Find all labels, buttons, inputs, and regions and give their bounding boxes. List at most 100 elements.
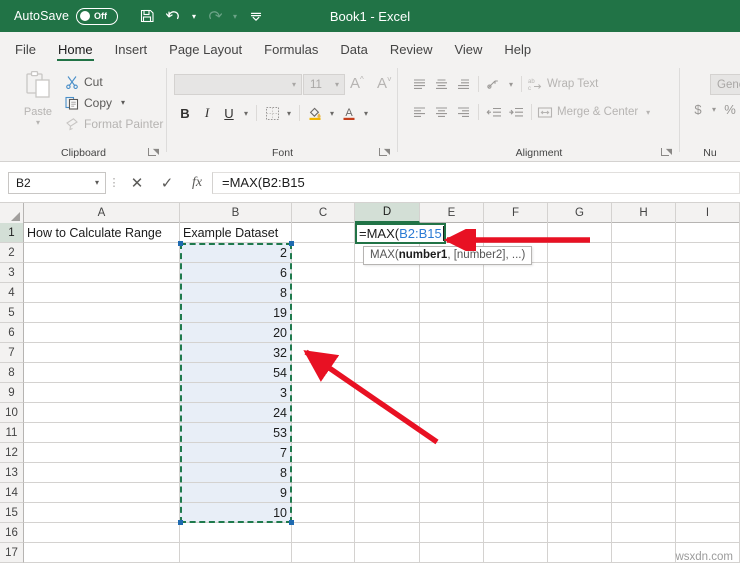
currency-format-button[interactable]: $ <box>688 102 708 117</box>
font-color-caret-icon[interactable]: ▾ <box>360 109 372 118</box>
cell-i13[interactable] <box>676 463 740 483</box>
tab-insert[interactable]: Insert <box>104 43 159 62</box>
cell-d15[interactable] <box>355 503 420 523</box>
cell-d10[interactable] <box>355 403 420 423</box>
cell-h12[interactable] <box>612 443 676 463</box>
row-header-3[interactable]: 3 <box>0 263 24 283</box>
cell-a8[interactable] <box>24 363 180 383</box>
cell-h5[interactable] <box>612 303 676 323</box>
cell-g7[interactable] <box>548 343 612 363</box>
borders-caret-icon[interactable]: ▾ <box>283 109 295 118</box>
decrease-indent-button[interactable] <box>483 101 505 123</box>
cell-a1[interactable]: How to Calculate Range <box>24 223 180 243</box>
cell-i2[interactable] <box>676 243 740 263</box>
column-header-e[interactable]: E <box>420 203 484 223</box>
cell-b15[interactable]: 10 <box>180 503 292 523</box>
cell-f8[interactable] <box>484 363 548 383</box>
cell-a17[interactable] <box>24 543 180 563</box>
align-right-button[interactable] <box>452 101 474 123</box>
currency-caret-icon[interactable]: ▾ <box>708 105 720 114</box>
cell-i12[interactable] <box>676 443 740 463</box>
cell-c3[interactable] <box>292 263 355 283</box>
tab-view[interactable]: View <box>443 43 493 62</box>
cell-b13[interactable]: 8 <box>180 463 292 483</box>
cell-f7[interactable] <box>484 343 548 363</box>
increase-font-size-button[interactable]: A^ <box>350 75 364 92</box>
tab-help[interactable]: Help <box>493 43 542 62</box>
copy-button[interactable]: Copy ▾ <box>62 92 163 113</box>
cell-h8[interactable] <box>612 363 676 383</box>
cell-b7[interactable]: 32 <box>180 343 292 363</box>
cell-f11[interactable] <box>484 423 548 443</box>
format-painter-button[interactable]: Format Painter <box>62 113 163 134</box>
cell-a12[interactable] <box>24 443 180 463</box>
merge-center-label[interactable]: Merge & Center <box>557 106 638 118</box>
italic-button[interactable]: I <box>196 102 218 124</box>
cell-g9[interactable] <box>548 383 612 403</box>
align-middle-button[interactable] <box>430 73 452 95</box>
cell-e5[interactable] <box>420 303 484 323</box>
column-header-b[interactable]: B <box>180 203 292 223</box>
cell-h15[interactable] <box>612 503 676 523</box>
range-handle-bottom-right[interactable] <box>289 520 294 525</box>
cell-g13[interactable] <box>548 463 612 483</box>
cell-h2[interactable] <box>612 243 676 263</box>
cell-f6[interactable] <box>484 323 548 343</box>
tab-page-layout[interactable]: Page Layout <box>158 43 253 62</box>
column-header-g[interactable]: G <box>548 203 612 223</box>
cell-h3[interactable] <box>612 263 676 283</box>
row-header-7[interactable]: 7 <box>0 343 24 363</box>
cell-i16[interactable] <box>676 523 740 543</box>
cell-c16[interactable] <box>292 523 355 543</box>
alignment-dialog-launcher[interactable]: ◥ <box>661 147 672 158</box>
save-icon[interactable] <box>134 4 159 28</box>
copy-dropdown-caret[interactable]: ▾ <box>121 98 125 107</box>
cell-g2[interactable] <box>548 243 612 263</box>
font-name-combo[interactable]: ▾ <box>174 74 302 95</box>
underline-caret-icon[interactable]: ▾ <box>240 109 252 118</box>
row-header-12[interactable]: 12 <box>0 443 24 463</box>
cell-d8[interactable] <box>355 363 420 383</box>
cell-b12[interactable]: 7 <box>180 443 292 463</box>
cell-f10[interactable] <box>484 403 548 423</box>
cell-e17[interactable] <box>420 543 484 563</box>
column-header-d[interactable]: D <box>355 203 420 223</box>
cell-d3[interactable] <box>355 263 420 283</box>
autosave-toggle[interactable]: Off <box>76 7 119 25</box>
cell-a4[interactable] <box>24 283 180 303</box>
cell-e9[interactable] <box>420 383 484 403</box>
align-top-button[interactable] <box>408 73 430 95</box>
row-header-2[interactable]: 2 <box>0 243 24 263</box>
select-all-corner[interactable] <box>0 203 24 223</box>
font-size-combo[interactable]: 11 ▾ <box>303 74 345 95</box>
cell-a9[interactable] <box>24 383 180 403</box>
tab-file[interactable]: File <box>4 43 47 62</box>
cell-h7[interactable] <box>612 343 676 363</box>
clipboard-dialog-launcher[interactable]: ◥ <box>148 147 159 158</box>
align-left-button[interactable] <box>408 101 430 123</box>
cell-d12[interactable] <box>355 443 420 463</box>
orientation-button[interactable] <box>483 73 505 95</box>
cell-g14[interactable] <box>548 483 612 503</box>
cell-f16[interactable] <box>484 523 548 543</box>
tab-formulas[interactable]: Formulas <box>253 43 329 62</box>
borders-button[interactable] <box>261 102 283 124</box>
tab-home[interactable]: Home <box>47 43 104 62</box>
cell-e12[interactable] <box>420 443 484 463</box>
column-header-h[interactable]: H <box>612 203 676 223</box>
cell-c17[interactable] <box>292 543 355 563</box>
cell-c13[interactable] <box>292 463 355 483</box>
cell-g15[interactable] <box>548 503 612 523</box>
cell-i9[interactable] <box>676 383 740 403</box>
insert-function-button[interactable]: fx <box>182 171 212 195</box>
cell-i11[interactable] <box>676 423 740 443</box>
cell-c5[interactable] <box>292 303 355 323</box>
cell-d6[interactable] <box>355 323 420 343</box>
cell-f13[interactable] <box>484 463 548 483</box>
row-header-5[interactable]: 5 <box>0 303 24 323</box>
cell-h4[interactable] <box>612 283 676 303</box>
cell-b8[interactable]: 54 <box>180 363 292 383</box>
cell-e10[interactable] <box>420 403 484 423</box>
cell-e3[interactable] <box>420 263 484 283</box>
cell-c1[interactable] <box>292 223 355 243</box>
